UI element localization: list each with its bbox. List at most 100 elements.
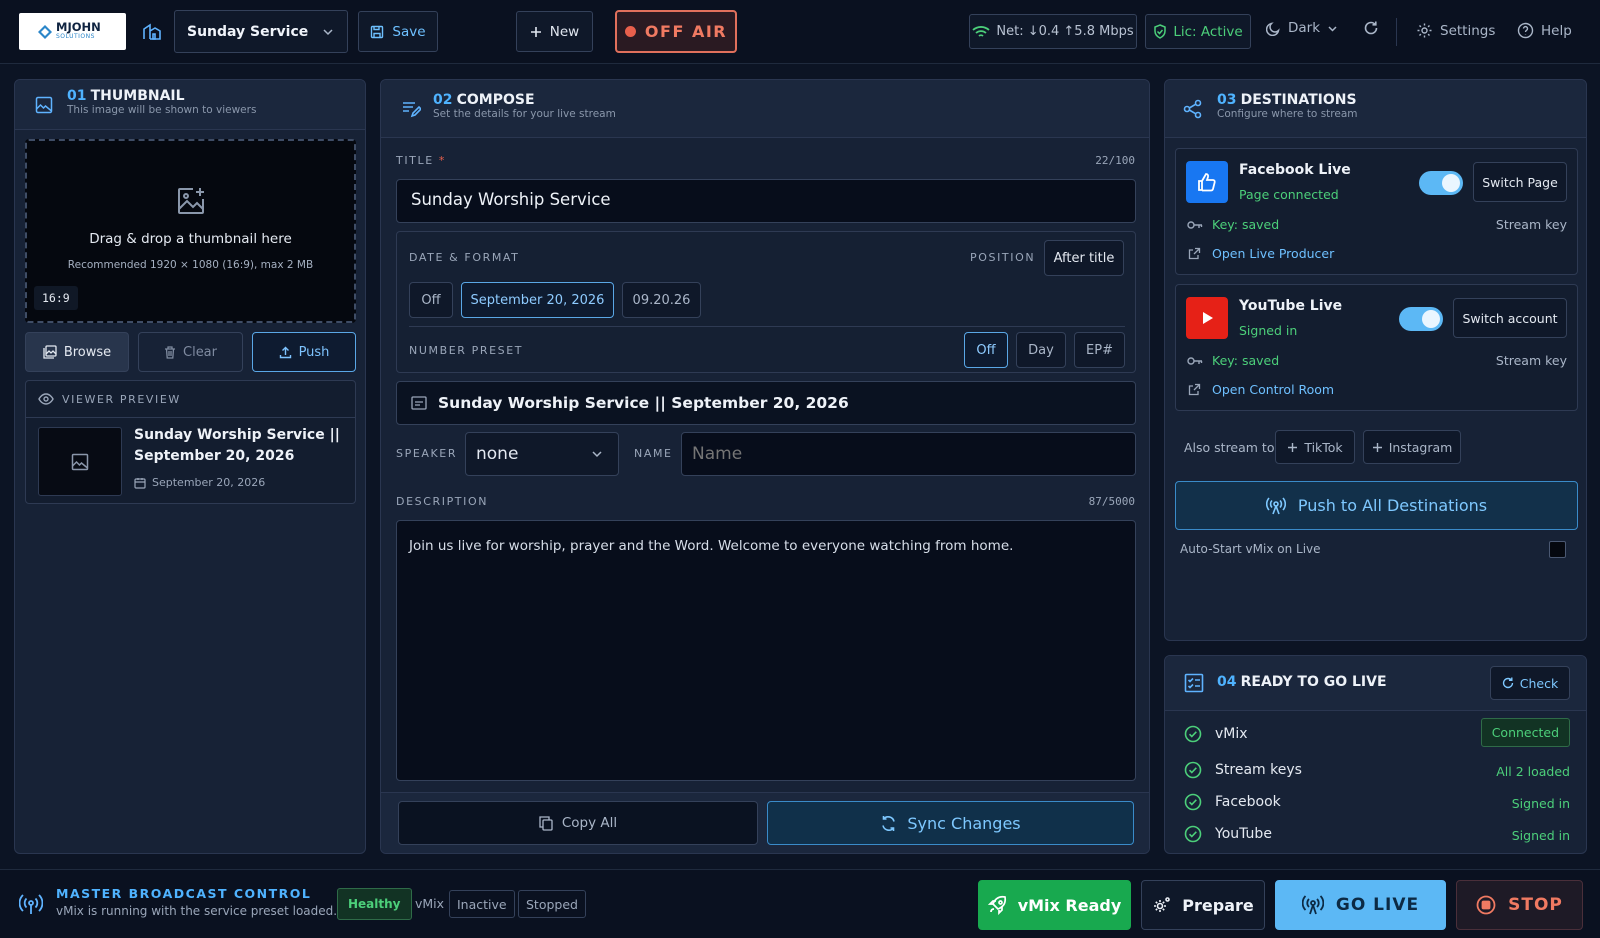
youtube-stream-key-link[interactable]: Stream key [1496,353,1567,368]
title-label-text: TITLE [396,154,434,167]
open-live-producer-link[interactable]: Open Live Producer [1212,246,1334,261]
off-air-dot-icon [624,26,636,37]
title-label: TITLE * [396,154,446,167]
number-option-day[interactable]: Day [1016,332,1066,368]
date-option-long[interactable]: September 20, 2026 [461,282,614,318]
add-tiktok-button[interactable]: TikTok [1275,430,1355,464]
date-option-short[interactable]: 09.20.26 [622,282,701,318]
facebook-stream-key-link[interactable]: Stream key [1496,217,1567,232]
preview-date: September 20, 2026 [152,476,266,489]
switch-page-button[interactable]: Switch Page [1473,162,1567,202]
external-link-icon [1188,247,1201,260]
trash-icon [164,345,176,359]
name-input[interactable] [681,432,1136,476]
sync-changes-button[interactable]: Sync Changes [767,801,1134,845]
position-select[interactable]: After title [1044,240,1124,276]
switch-account-label: Switch account [1462,310,1558,326]
wifi-icon [972,25,990,39]
facebook-key-status: Key: saved [1212,217,1280,232]
facebook-toggle[interactable] [1419,171,1463,195]
preview-title: Sunday Worship Service || September 20, … [134,427,340,464]
check-circle-icon [1184,793,1202,811]
broadcast-icon [1265,496,1286,515]
speaker-select[interactable]: none [465,432,619,476]
chevron-down-icon [1327,23,1338,34]
compose-panel: 02 COMPOSE Set the details for your live… [380,79,1150,854]
check-button-label: Check [1519,675,1559,691]
stop-button[interactable]: STOP [1456,880,1583,930]
final-title-preview: Sunday Worship Service || September 20, … [396,381,1136,425]
refresh-icon[interactable] [1363,20,1379,36]
title-input-value: Sunday Worship Service [411,190,611,209]
broadcast-icon [1301,895,1324,915]
plus-icon [1287,442,1298,453]
check-circle-icon [1184,761,1202,779]
date-option-long-label: September 20, 2026 [470,292,605,308]
help-button[interactable]: Help [1517,22,1572,39]
speaker-label: SPEAKER [396,447,458,460]
ready-item-status: Signed in [1511,828,1570,843]
save-button[interactable]: Save [358,11,438,52]
dropzone-recommendation: Recommended 1920 × 1080 (16:9), max 2 MB [67,259,314,271]
switch-page-label: Switch Page [1482,174,1558,190]
help-circle-icon [1517,22,1534,39]
off-air-indicator[interactable]: OFF AIR [615,10,737,53]
description-text: Join us live for worship, prayer and the… [409,538,1014,554]
compose-panel-title: COMPOSE [456,92,535,108]
vmix-ready-button[interactable]: vMix Ready [978,880,1131,930]
sync-changes-label: Sync Changes [907,813,1021,833]
add-instagram-button[interactable]: Instagram [1363,430,1461,464]
theme-toggle[interactable]: Dark [1266,20,1338,36]
final-title-text: Sunday Worship Service || September 20, … [438,394,849,412]
youtube-key-status: Key: saved [1212,353,1280,368]
youtube-toggle[interactable] [1399,307,1443,331]
key-icon [1187,356,1203,366]
image-placeholder-icon [71,453,89,471]
position-value: After title [1053,250,1115,266]
youtube-name: YouTube Live [1239,298,1343,314]
browse-button[interactable]: Browse [25,332,129,372]
check-circle-icon [1184,725,1202,743]
go-live-button[interactable]: GO LIVE [1275,880,1446,930]
facebook-status: Page connected [1239,187,1339,202]
prepare-button[interactable]: Prepare [1141,880,1265,930]
logo: MJOHN SOLUTIONS [19,13,126,50]
ready-item-status: All 2 loaded [1496,764,1570,779]
title-input[interactable]: Sunday Worship Service [396,179,1136,223]
compose-icon [401,99,421,119]
autostart-checkbox[interactable] [1549,541,1566,558]
chevron-down-icon [590,447,604,461]
broadcast-icon [19,892,43,916]
switch-account-button[interactable]: Switch account [1453,298,1567,338]
copy-all-button[interactable]: Copy All [398,801,758,845]
clear-button[interactable]: Clear [138,332,243,372]
date-option-off[interactable]: Off [409,282,453,318]
off-air-label: OFF AIR [644,22,728,41]
thumbnail-panel-title: THUMBNAIL [90,88,185,104]
church-icon[interactable] [142,21,162,41]
push-all-destinations-button[interactable]: Push to All Destinations [1175,481,1578,530]
topbar-divider [1396,18,1397,46]
dropzone-text: Drag & drop a thumbnail here [89,231,292,247]
settings-button[interactable]: Settings [1416,22,1495,39]
thumbnail-dropzone[interactable]: Drag & drop a thumbnail here Recommended… [25,139,356,323]
push-thumbnail-button[interactable]: Push [252,332,356,372]
copy-icon [539,815,553,831]
title-char-count: 22/100 [1095,154,1135,167]
license-status-text: Lic: Active [1173,23,1243,40]
new-button[interactable]: New [516,11,593,52]
also-stream-label: Also stream to [1184,440,1275,455]
number-option-episode[interactable]: EP# [1074,332,1125,368]
ready-item-status-badge: Connected [1480,718,1570,747]
description-textarea[interactable]: Join us live for worship, prayer and the… [396,520,1136,781]
refresh-icon [1502,677,1514,689]
add-instagram-label: Instagram [1388,439,1453,455]
number-preset-label: NUMBER PRESET [409,344,524,357]
speaker-value: none [476,444,519,464]
theme-toggle-label: Dark [1288,20,1321,36]
service-select[interactable]: Sunday Service [174,10,348,53]
check-button[interactable]: Check [1490,666,1570,700]
logo-text: MJOHN [56,19,101,34]
open-control-room-link[interactable]: Open Control Room [1212,382,1334,397]
number-option-off[interactable]: Off [964,332,1008,368]
